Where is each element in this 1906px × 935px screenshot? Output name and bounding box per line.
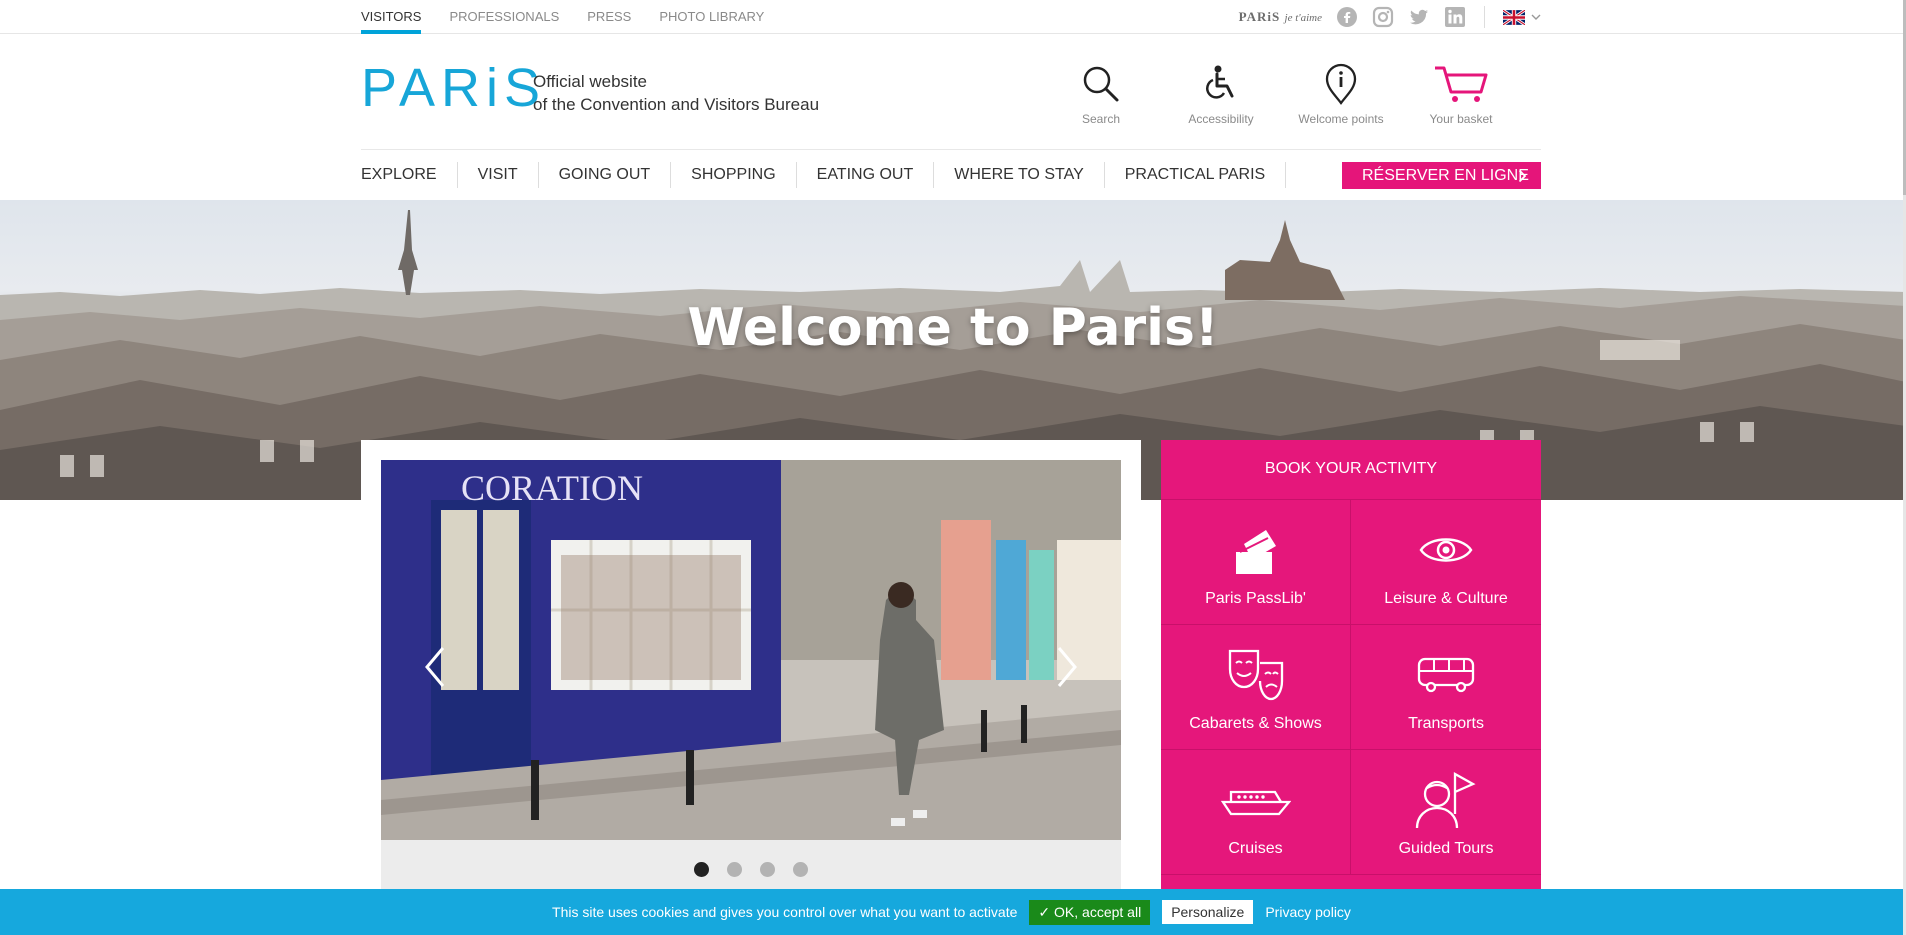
tagline-line-2: of the Convention and Visitors Bureau (533, 95, 820, 114)
site-header: PARiS Official website of the Convention… (361, 34, 1541, 150)
personalize-button[interactable]: Personalize (1162, 900, 1254, 924)
wheelchair-icon (1206, 65, 1234, 99)
top-bar: VISITORS PROFESSIONALS PRESS PHOTO LIBRA… (0, 0, 1906, 34)
basket-label: Your basket (1429, 112, 1493, 126)
chevron-down-icon (1531, 14, 1541, 20)
tile-label: Transports (1408, 715, 1484, 732)
header-tools: Search Accessibility Welcome points Your… (1041, 62, 1521, 126)
top-right-tools: PARiS je t'aime (1239, 0, 1541, 34)
paris-jetaime-logo[interactable]: PARiS je t'aime (1239, 9, 1322, 25)
nav-visit[interactable]: VISIT (458, 162, 539, 188)
search-button[interactable]: Search (1041, 62, 1161, 126)
search-icon (1083, 66, 1119, 102)
page: VISITORS PROFESSIONALS PRESS PHOTO LIBRA… (0, 0, 1906, 935)
divider (1484, 6, 1485, 28)
tile-label: Paris PassLib' (1205, 590, 1306, 607)
eye-icon (1419, 538, 1473, 562)
tile-label: Cabarets & Shows (1189, 715, 1322, 732)
info-pin-icon (1325, 63, 1357, 105)
slider-dots (381, 862, 1121, 877)
reserve-online-button[interactable]: RÉSERVER EN LIGNE (1342, 162, 1541, 189)
welcome-points-button[interactable]: Welcome points (1281, 62, 1401, 126)
nav-practical-paris[interactable]: PRACTICAL PARIS (1105, 162, 1287, 188)
cookie-message: This site uses cookies and gives you con… (552, 904, 1018, 920)
slider-prev-button[interactable] (421, 642, 451, 692)
cookie-banner: This site uses cookies and gives you con… (0, 889, 1903, 935)
tile-guided-tours[interactable]: Guided Tours (1351, 750, 1541, 875)
slider-dot-1[interactable] (694, 862, 709, 877)
audience-link-photo-library[interactable]: PHOTO LIBRARY (659, 0, 764, 34)
theatre-masks-icon (1228, 649, 1283, 701)
bus-icon (1417, 657, 1475, 693)
slide-image: CORATION (381, 460, 1121, 840)
book-activity-panel: BOOK YOUR ACTIVITY Paris PassLib' Leisur… (1161, 440, 1541, 935)
slider-dot-3[interactable] (760, 862, 775, 877)
nav-shopping[interactable]: SHOPPING (671, 162, 797, 188)
tagline-line-1: Official website (533, 72, 648, 91)
tagline: Official website of the Convention and V… (533, 70, 819, 116)
audience-link-professionals[interactable]: PROFESSIONALS (449, 0, 559, 34)
accept-all-button[interactable]: ✓ OK, accept all (1029, 899, 1151, 925)
nav-where-to-stay[interactable]: WHERE TO STAY (934, 162, 1105, 188)
tile-transports[interactable]: Transports (1351, 625, 1541, 750)
slider-next-button[interactable] (1051, 642, 1081, 692)
reserve-online-label: RÉSERVER EN LIGNE (1362, 166, 1529, 184)
chevron-right-icon (1057, 647, 1077, 687)
slider-dot-4[interactable] (793, 862, 808, 877)
chevron-right-icon (1518, 169, 1527, 183)
ticket-icon (1235, 530, 1276, 574)
uk-flag-icon (1503, 9, 1525, 25)
facebook-icon[interactable] (1336, 6, 1358, 28)
tile-label: Guided Tours (1398, 840, 1494, 857)
nav-explore[interactable]: EXPLORE (361, 162, 458, 188)
privacy-policy-link[interactable]: Privacy policy (1265, 904, 1351, 920)
language-selector[interactable] (1503, 9, 1541, 25)
accessibility-button[interactable]: Accessibility (1161, 62, 1281, 126)
tile-leisure-culture[interactable]: Leisure & Culture (1351, 500, 1541, 625)
featured-slider: CORATION (361, 440, 1141, 935)
chevron-left-icon (425, 647, 445, 687)
audience-nav: VISITORS PROFESSIONALS PRESS PHOTO LIBRA… (361, 0, 764, 34)
slider-dot-2[interactable] (727, 862, 742, 877)
boat-icon (1220, 790, 1291, 816)
audience-link-visitors[interactable]: VISITORS (361, 0, 422, 34)
nav-eating-out[interactable]: EATING OUT (797, 162, 935, 188)
basket-button[interactable]: Your basket (1401, 62, 1521, 126)
guide-flag-icon (1415, 772, 1476, 829)
book-activity-heading: BOOK YOUR ACTIVITY (1161, 440, 1541, 500)
linkedin-icon[interactable] (1444, 6, 1466, 28)
welcome-points-label: Welcome points (1298, 112, 1384, 126)
tile-label: Cruises (1228, 840, 1283, 857)
street-shop-photo: CORATION (381, 460, 1121, 840)
instagram-icon[interactable] (1372, 6, 1394, 28)
accessibility-label: Accessibility (1188, 112, 1254, 126)
hero-title: Welcome to Paris! (687, 298, 1219, 358)
tile-paris-passlib[interactable]: Paris PassLib' (1161, 500, 1351, 625)
tile-label: Leisure & Culture (1384, 590, 1508, 607)
twitter-icon[interactable] (1408, 6, 1430, 28)
main-nav: EXPLORE VISIT GOING OUT SHOPPING EATING … (361, 150, 1541, 200)
nav-going-out[interactable]: GOING OUT (539, 162, 672, 188)
paris-logo[interactable]: PARiS (361, 58, 546, 118)
cart-icon (1435, 66, 1488, 102)
audience-link-press[interactable]: PRESS (587, 0, 631, 34)
shop-sign-text: CORATION (461, 468, 643, 508)
search-label: Search (1081, 112, 1121, 126)
tile-cabarets-shows[interactable]: Cabarets & Shows (1161, 625, 1351, 750)
tile-cruises[interactable]: Cruises (1161, 750, 1351, 875)
